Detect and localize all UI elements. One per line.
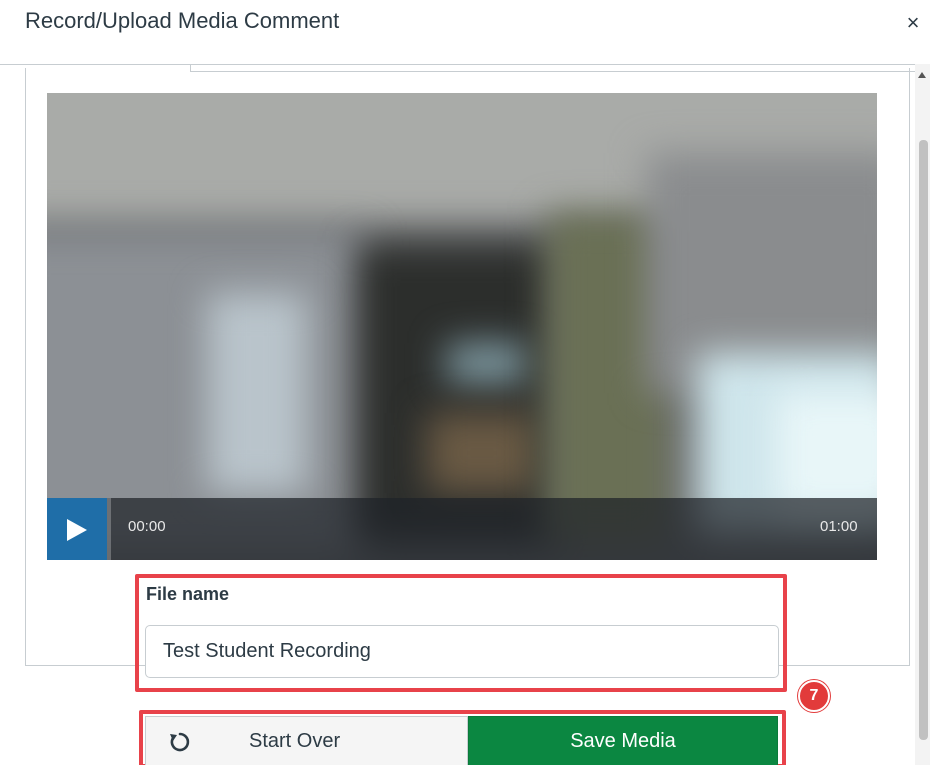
dialog-title: Record/Upload Media Comment: [25, 8, 340, 33]
scroll-up-icon[interactable]: [918, 72, 926, 78]
video-frame: [47, 93, 877, 560]
total-time: 01:00: [820, 518, 858, 535]
current-time: 00:00: [128, 518, 166, 535]
step-badge: 7: [798, 680, 830, 712]
scrollbar-thumb[interactable]: [919, 140, 928, 740]
player-controls: [47, 498, 877, 560]
refresh-icon: [170, 732, 190, 752]
close-icon[interactable]: ×: [902, 12, 924, 34]
header-divider: [0, 64, 915, 65]
start-over-label: Start Over: [249, 730, 341, 752]
video-preview[interactable]: [47, 93, 877, 560]
progress-bar[interactable]: [107, 498, 111, 560]
file-name-input[interactable]: [145, 625, 779, 678]
save-media-button[interactable]: Save Media: [468, 716, 778, 765]
tab-edge-bottom: [190, 71, 915, 72]
start-over-button[interactable]: Start Over: [145, 716, 468, 765]
save-media-label: Save Media: [570, 730, 676, 752]
play-button[interactable]: [47, 498, 107, 560]
play-icon: [67, 519, 87, 541]
file-name-label: File name: [146, 584, 230, 604]
